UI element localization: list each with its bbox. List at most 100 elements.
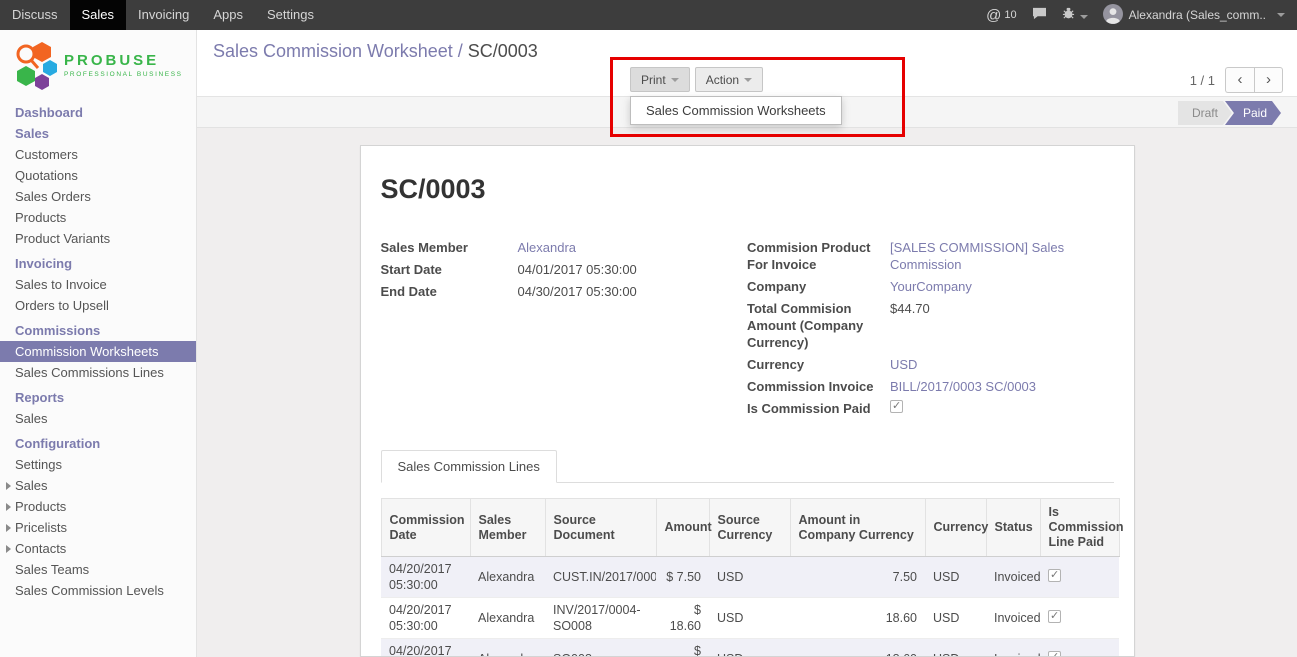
- col-header-source-document[interactable]: Source Document: [545, 499, 656, 557]
- sidebar-section-commissions[interactable]: Commissions: [0, 320, 196, 341]
- company-link[interactable]: YourCompany: [890, 279, 972, 294]
- user-menu[interactable]: Alexandra (Sales_comm..: [1103, 4, 1285, 27]
- caret-down-icon: [744, 78, 752, 82]
- field-label-total-commission: Total Commision Amount (Company Currency…: [747, 300, 890, 351]
- pager-previous-button[interactable]: ‹: [1225, 67, 1254, 93]
- total-commission-value: $44.70: [890, 301, 930, 316]
- col-header-is-commission-line-paid[interactable]: Is Commission Line Paid: [1040, 499, 1119, 557]
- line-paid-checkbox[interactable]: [1048, 569, 1061, 582]
- probuse-logo[interactable]: PROBUSE PROFESSIONAL BUSINESS: [0, 30, 196, 102]
- is-commission-paid-checkbox[interactable]: [890, 400, 903, 413]
- caret-down-icon: [671, 78, 679, 82]
- sidebar-section-dashboard[interactable]: Dashboard: [0, 102, 196, 123]
- debug-icon[interactable]: [1062, 7, 1088, 23]
- end-date-value: 04/30/2017 05:30:00: [518, 284, 637, 299]
- table-row[interactable]: 04/20/2017 05:30:00 Alexandra CUST.IN/20…: [381, 557, 1119, 598]
- sidebar-item-config-products[interactable]: Products: [0, 496, 196, 517]
- sidebar-item-quotations[interactable]: Quotations: [0, 165, 196, 186]
- cell-paid: [1040, 557, 1119, 598]
- sidebar-item-sales-commissions-lines[interactable]: Sales Commissions Lines: [0, 362, 196, 383]
- col-header-amount[interactable]: Amount: [656, 499, 709, 557]
- sidebar-item-sales-commission-levels[interactable]: Sales Commission Levels: [0, 580, 196, 601]
- sidebar-item-commission-worksheets[interactable]: Commission Worksheets: [0, 341, 196, 362]
- sidebar-item-reports-sales[interactable]: Sales: [0, 408, 196, 429]
- print-button[interactable]: Print: [630, 67, 690, 92]
- sidebar-item-config-sales[interactable]: Sales: [0, 475, 196, 496]
- nav-app-sales[interactable]: Sales: [70, 0, 127, 30]
- nav-app-discuss[interactable]: Discuss: [0, 0, 70, 30]
- breadcrumb-parent-link[interactable]: Sales Commission Worksheet: [213, 41, 453, 61]
- top-navbar: Discuss Sales Invoicing Apps Settings @ …: [0, 0, 1297, 30]
- sidebar-item-settings[interactable]: Settings: [0, 454, 196, 475]
- nav-app-invoicing[interactable]: Invoicing: [126, 0, 201, 30]
- odoo-app: Discuss Sales Invoicing Apps Settings @ …: [0, 0, 1297, 657]
- commission-lines-table: Commission Date Sales Member Source Docu…: [381, 498, 1120, 657]
- tab-sales-commission-lines[interactable]: Sales Commission Lines: [381, 450, 557, 483]
- sales-member-link[interactable]: Alexandra: [518, 240, 577, 255]
- sidebar-item-product-variants[interactable]: Product Variants: [0, 228, 196, 249]
- status-step-paid[interactable]: Paid: [1225, 101, 1281, 125]
- col-header-source-currency[interactable]: Source Currency: [709, 499, 790, 557]
- app-menu: Discuss Sales Invoicing Apps Settings: [0, 0, 326, 30]
- print-button-label: Print: [641, 73, 666, 87]
- chat-icon[interactable]: [1032, 7, 1047, 23]
- field-label-sales-member: Sales Member: [381, 239, 518, 256]
- currency-link[interactable]: USD: [890, 357, 917, 372]
- sidebar-item-pricelists[interactable]: Pricelists: [0, 517, 196, 538]
- nav-app-apps[interactable]: Apps: [201, 0, 255, 30]
- cell-source-currency: USD: [709, 557, 790, 598]
- col-header-commission-date[interactable]: Commission Date: [381, 499, 470, 557]
- sidebar-item-label: Pricelists: [15, 520, 67, 535]
- start-date-value: 04/01/2017 05:30:00: [518, 262, 637, 277]
- field-label-commission-invoice: Commission Invoice: [747, 378, 890, 395]
- cell-date: 04/20/2017 05:30:00: [381, 557, 470, 598]
- sidebar-item-products[interactable]: Products: [0, 207, 196, 228]
- sidebar-item-sales-orders[interactable]: Sales Orders: [0, 186, 196, 207]
- notebook: Sales Commission Lines Commission Date S…: [381, 450, 1114, 657]
- table-row[interactable]: 04/20/2017 05:30:00 Alexandra INV/2017/0…: [381, 598, 1119, 639]
- pager: 1 / 1 ‹ ›: [1190, 67, 1283, 93]
- commission-invoice-link[interactable]: BILL/2017/0003 SC/0003: [890, 379, 1036, 394]
- col-header-sales-member[interactable]: Sales Member: [470, 499, 545, 557]
- messaging-menu[interactable]: @ 10: [986, 7, 1016, 24]
- sidebar-section-reports[interactable]: Reports: [0, 387, 196, 408]
- cell-source-currency: USD: [709, 639, 790, 657]
- col-header-currency[interactable]: Currency: [925, 499, 986, 557]
- mention-icon: @: [986, 7, 1001, 24]
- sidebar-item-sales-teams[interactable]: Sales Teams: [0, 559, 196, 580]
- expand-arrow-icon: [6, 545, 11, 553]
- sidebar-section-sales[interactable]: Sales: [0, 123, 196, 144]
- col-header-amount-company-currency[interactable]: Amount in Company Currency: [790, 499, 925, 557]
- cell-amount: $ 18.60: [656, 598, 709, 639]
- field-group-left: Sales Member Alexandra Start Date 04/01/…: [381, 239, 748, 422]
- sidebar-item-customers[interactable]: Customers: [0, 144, 196, 165]
- sidebar-item-label: Contacts: [15, 541, 66, 556]
- form-sheet: SC/0003 Sales Member Alexandra Start Dat…: [360, 145, 1135, 657]
- dropdown-item-sales-commission-worksheets[interactable]: Sales Commission Worksheets: [631, 97, 841, 124]
- pager-next-button[interactable]: ›: [1254, 67, 1283, 93]
- cell-source-currency: USD: [709, 598, 790, 639]
- table-row[interactable]: 04/20/2017 10:35:53 Alexandra SO008 $ 18…: [381, 639, 1119, 657]
- line-paid-checkbox[interactable]: [1048, 651, 1061, 657]
- sidebar-section-configuration[interactable]: Configuration: [0, 433, 196, 454]
- cell-amount-company: 18.60: [790, 598, 925, 639]
- cell-paid: [1040, 598, 1119, 639]
- status-step-draft[interactable]: Draft: [1178, 101, 1232, 125]
- cell-currency: USD: [925, 598, 986, 639]
- sidebar-item-orders-to-upsell[interactable]: Orders to Upsell: [0, 295, 196, 316]
- mention-count-badge: 10: [1004, 9, 1016, 21]
- line-paid-checkbox[interactable]: [1048, 610, 1061, 623]
- cell-amount-company: 18.60: [790, 639, 925, 657]
- action-button[interactable]: Action: [695, 67, 763, 92]
- commission-product-link[interactable]: [SALES COMMISSION] Sales Commission: [890, 240, 1064, 272]
- nav-app-settings[interactable]: Settings: [255, 0, 326, 30]
- cell-paid: [1040, 639, 1119, 657]
- sidebar-item-sales-to-invoice[interactable]: Sales to Invoice: [0, 274, 196, 295]
- pager-counter: 1 / 1: [1190, 73, 1215, 88]
- sidebar-section-invoicing[interactable]: Invoicing: [0, 253, 196, 274]
- cell-member: Alexandra: [470, 639, 545, 657]
- cell-amount: $ 7.50: [656, 557, 709, 598]
- expand-arrow-icon: [6, 482, 11, 490]
- sidebar-item-contacts[interactable]: Contacts: [0, 538, 196, 559]
- col-header-status[interactable]: Status: [986, 499, 1040, 557]
